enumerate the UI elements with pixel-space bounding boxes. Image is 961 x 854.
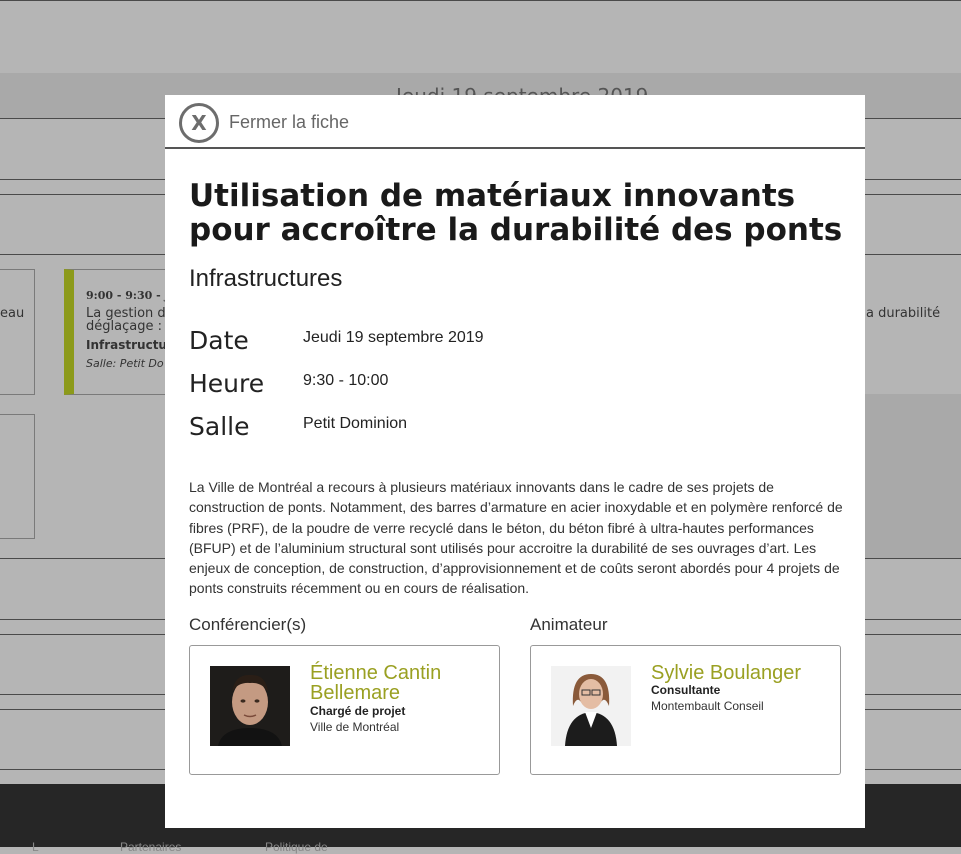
- session-time: 9:00 - 9:30 - Je: [86, 289, 177, 302]
- host-organization: Montembault Conseil: [651, 699, 764, 713]
- session-card-text: eau: [0, 306, 25, 321]
- host-card[interactable]: Sylvie Boulanger Consultante Montembault…: [530, 645, 841, 775]
- close-icon[interactable]: X: [179, 103, 219, 143]
- date-label: Date: [189, 326, 249, 355]
- modal-header: X Fermer la fiche: [165, 95, 865, 149]
- session-card-text: a durabilité: [866, 306, 941, 321]
- footer-link[interactable]: Politique de: [265, 840, 328, 854]
- session-detail-modal: X Fermer la fiche Utilisation de matéria…: [165, 95, 865, 828]
- close-button[interactable]: Fermer la fiche: [229, 112, 349, 133]
- session-desc: déglaçage :: [86, 319, 162, 334]
- speaker-card[interactable]: Étienne Cantin Bellemare Chargé de proje…: [189, 645, 500, 775]
- speaker-role: Chargé de projet: [310, 704, 406, 718]
- speakers-heading: Conférencier(s): [189, 615, 307, 634]
- speaker-photo: [210, 666, 290, 746]
- session-card[interactable]: [0, 269, 35, 395]
- host-photo: [551, 666, 631, 746]
- session-title: Utilisation de matériaux innovants pour …: [189, 178, 843, 248]
- time-label: Heure: [189, 369, 265, 398]
- host-role: Consultante: [651, 683, 721, 697]
- session-category: Infrastructures: [189, 265, 343, 292]
- divider: [0, 0, 961, 1]
- footer-link[interactable]: Partenaires: [120, 840, 181, 854]
- host-heading: Animateur: [530, 615, 608, 634]
- footer-link[interactable]: L: [32, 840, 39, 854]
- room-label: Salle: [189, 412, 250, 441]
- time-value: 9:30 - 10:00: [303, 372, 389, 389]
- speaker-organization: Ville de Montréal: [310, 720, 400, 734]
- host-name[interactable]: Sylvie Boulanger: [651, 663, 831, 683]
- room-value: Petit Dominion: [303, 415, 408, 432]
- session-band: [865, 394, 961, 558]
- date-value: Jeudi 19 septembre 2019: [303, 329, 484, 346]
- speaker-name[interactable]: Étienne Cantin Bellemare: [310, 663, 490, 703]
- session-room: Salle: Petit Do: [86, 357, 164, 370]
- session-card[interactable]: [0, 414, 35, 539]
- session-description: La Ville de Montréal a recours à plusieu…: [189, 479, 843, 597]
